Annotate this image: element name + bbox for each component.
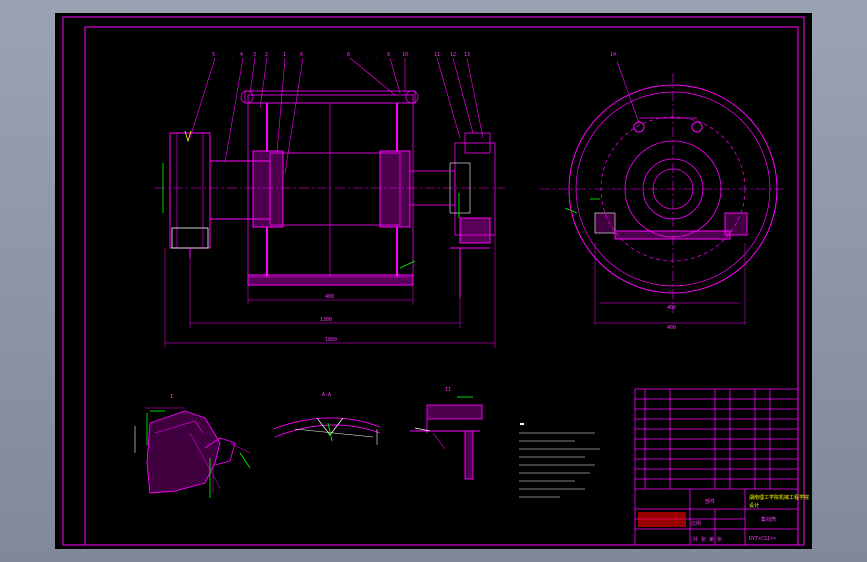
- section-label: A-A: [322, 392, 331, 398]
- detail-view-1: [134, 407, 251, 494]
- scale-label: 比例: [691, 520, 701, 527]
- svg-text:6: 6: [300, 52, 303, 58]
- svg-text:11: 11: [434, 52, 440, 58]
- dim-wheel-width: 400: [325, 294, 334, 300]
- dim-inner-width: 1300: [320, 317, 332, 323]
- svg-text:14: 14: [610, 52, 616, 58]
- part-name-label: 部件: [705, 498, 715, 505]
- detail-1-tag: I: [170, 394, 173, 400]
- svg-text:2: 2: [265, 52, 268, 58]
- detail-2-tag: II: [445, 387, 451, 393]
- svg-text:1: 1: [283, 52, 286, 58]
- svg-text:8: 8: [347, 52, 350, 58]
- title-block-texts: 部件 湖南理工学院机械工程学院 设计 集线筒 DYT×CS1×× 比例 共 张 …: [638, 494, 809, 543]
- dim-total-width: 1800: [325, 337, 337, 343]
- cad-drawing-canvas: 5 4 3 2 1 6 8 9 10 11 12 13 14 400 1300 …: [62, 16, 809, 546]
- svg-text:4: 4: [240, 52, 243, 58]
- sheet-label: 共 张 第 张: [693, 536, 722, 543]
- part-name: 集线筒: [761, 516, 776, 523]
- svg-text:10: 10: [402, 52, 408, 58]
- main-section-view: [155, 57, 505, 348]
- technical-notes: [519, 423, 600, 498]
- company-line-2: 设计: [749, 502, 759, 509]
- detail-view-2: [410, 404, 483, 480]
- detail-view-arc: [272, 417, 381, 445]
- svg-text:12: 12: [450, 52, 456, 58]
- side-end-view: [540, 60, 785, 325]
- side-dim-2: 400: [667, 325, 676, 331]
- part-callouts: 5 4 3 2 1 6 8 9 10 11 12 13 14: [212, 52, 616, 58]
- svg-text:5: 5: [212, 52, 215, 58]
- drawing-number: DYT×CS1××: [749, 536, 776, 542]
- dimension-arrow-icon: [162, 163, 578, 269]
- arc-dim-arrow: [327, 422, 333, 442]
- cad-viewport[interactable]: 5 4 3 2 1 6 8 9 10 11 12 13 14 400 1300 …: [55, 13, 812, 549]
- svg-text:9: 9: [387, 52, 390, 58]
- svg-text:13: 13: [464, 52, 470, 58]
- svg-text:3: 3: [253, 52, 256, 58]
- company-line-1: 湖南理工学院机械工程学院: [749, 494, 809, 501]
- side-dim-1: 400: [667, 305, 676, 311]
